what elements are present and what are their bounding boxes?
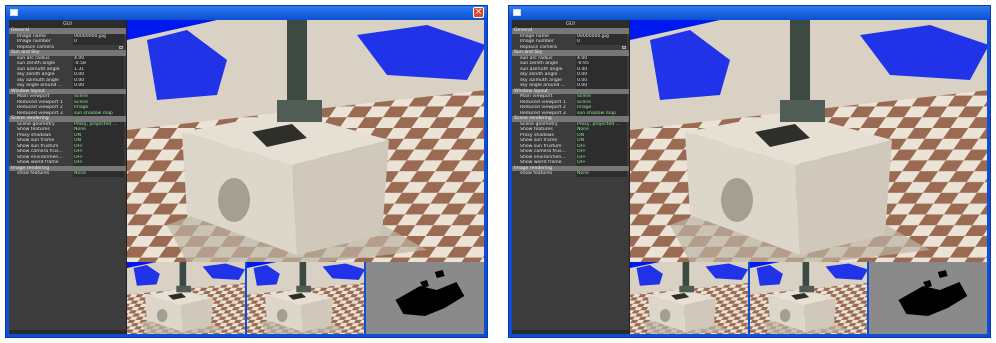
property-value[interactable]: 0.00 bbox=[73, 83, 124, 89]
gui-property-row[interactable]: Reduced viewport 3 sun shadow map bbox=[512, 110, 629, 116]
gui-property-row[interactable]: Reduced viewport 3 sun shadow map bbox=[9, 110, 126, 116]
app-window-right: GUI General Image name 00000000.jpg Image n… bbox=[508, 5, 991, 338]
gui-title: GUI bbox=[9, 20, 126, 28]
gui-footer bbox=[512, 330, 629, 334]
reduced-viewports bbox=[630, 262, 988, 334]
property-value[interactable]: OFF bbox=[576, 160, 627, 166]
property-value[interactable]: None bbox=[576, 171, 627, 177]
gui-property-row[interactable]: sky angle around ... 0.00 bbox=[9, 83, 126, 89]
title-bar[interactable]: × bbox=[6, 6, 487, 20]
property-label: Show world frame bbox=[17, 160, 59, 165]
main-viewport[interactable] bbox=[630, 20, 987, 262]
reduced-viewport-1[interactable] bbox=[127, 262, 245, 334]
reduced-viewport-3[interactable] bbox=[366, 262, 485, 334]
reduced-viewport-1[interactable] bbox=[630, 262, 748, 334]
gui-title: GUI bbox=[512, 20, 629, 28]
reduced-viewport-2[interactable] bbox=[749, 262, 868, 334]
property-label: Show world frame bbox=[520, 160, 562, 165]
gui-body: General Image name 00000000.jpg Image numbe… bbox=[512, 28, 629, 177]
property-value[interactable]: sun shadow map bbox=[576, 110, 627, 116]
gui-property-row[interactable]: Show world frame OFF bbox=[512, 160, 629, 166]
property-label: show features bbox=[17, 171, 50, 176]
property-label: Reduced viewport 3 bbox=[520, 110, 566, 116]
property-value[interactable]: sun shadow map bbox=[73, 110, 124, 116]
gui-property-row[interactable]: Replace camera bbox=[512, 45, 629, 51]
property-checkbox[interactable] bbox=[622, 45, 626, 49]
property-label: sky angle around ... bbox=[17, 83, 63, 88]
close-button[interactable]: × bbox=[473, 7, 484, 18]
property-value[interactable]: None bbox=[73, 171, 124, 177]
reduced-viewports bbox=[127, 262, 485, 334]
gui-property-row[interactable]: show features None bbox=[9, 171, 126, 177]
client-area: GUI General Image name 00000000.jpg Image n… bbox=[512, 20, 988, 334]
property-value[interactable]: OFF bbox=[73, 160, 124, 166]
gui-property-row[interactable]: show features None bbox=[512, 171, 629, 177]
gui-panel: GUI General Image name 00000000.jpg Image n… bbox=[512, 20, 630, 334]
app-icon bbox=[10, 9, 18, 16]
gui-property-row[interactable]: Replace camera bbox=[9, 45, 126, 51]
gui-body: General Image name 00000000.jpg Image numbe… bbox=[9, 28, 126, 177]
reduced-viewport-3[interactable] bbox=[869, 262, 988, 334]
property-checkbox[interactable] bbox=[119, 45, 123, 49]
title-bar[interactable] bbox=[509, 6, 990, 20]
gui-footer bbox=[9, 330, 126, 334]
close-icon: × bbox=[474, 7, 483, 17]
property-label: Replace camera bbox=[520, 44, 557, 50]
property-value[interactable]: 0.00 bbox=[576, 83, 627, 89]
gui-property-row[interactable]: sky angle around ... 0.00 bbox=[512, 83, 629, 89]
property-label: sky angle around ... bbox=[520, 83, 566, 88]
gui-panel: GUI General Image name 00000000.jpg Image n… bbox=[9, 20, 127, 334]
main-viewport[interactable] bbox=[127, 20, 484, 262]
client-area: GUI General Image name 00000000.jpg Image n… bbox=[9, 20, 485, 334]
gui-property-row[interactable]: Show world frame OFF bbox=[9, 160, 126, 166]
property-label: show features bbox=[520, 171, 553, 176]
app-icon bbox=[513, 9, 521, 16]
app-window-left: × GUI General Image name 00000000.jpg Image… bbox=[5, 5, 488, 338]
reduced-viewport-2[interactable] bbox=[246, 262, 365, 334]
property-label: Replace camera bbox=[17, 44, 54, 50]
property-label: Reduced viewport 3 bbox=[17, 110, 63, 116]
